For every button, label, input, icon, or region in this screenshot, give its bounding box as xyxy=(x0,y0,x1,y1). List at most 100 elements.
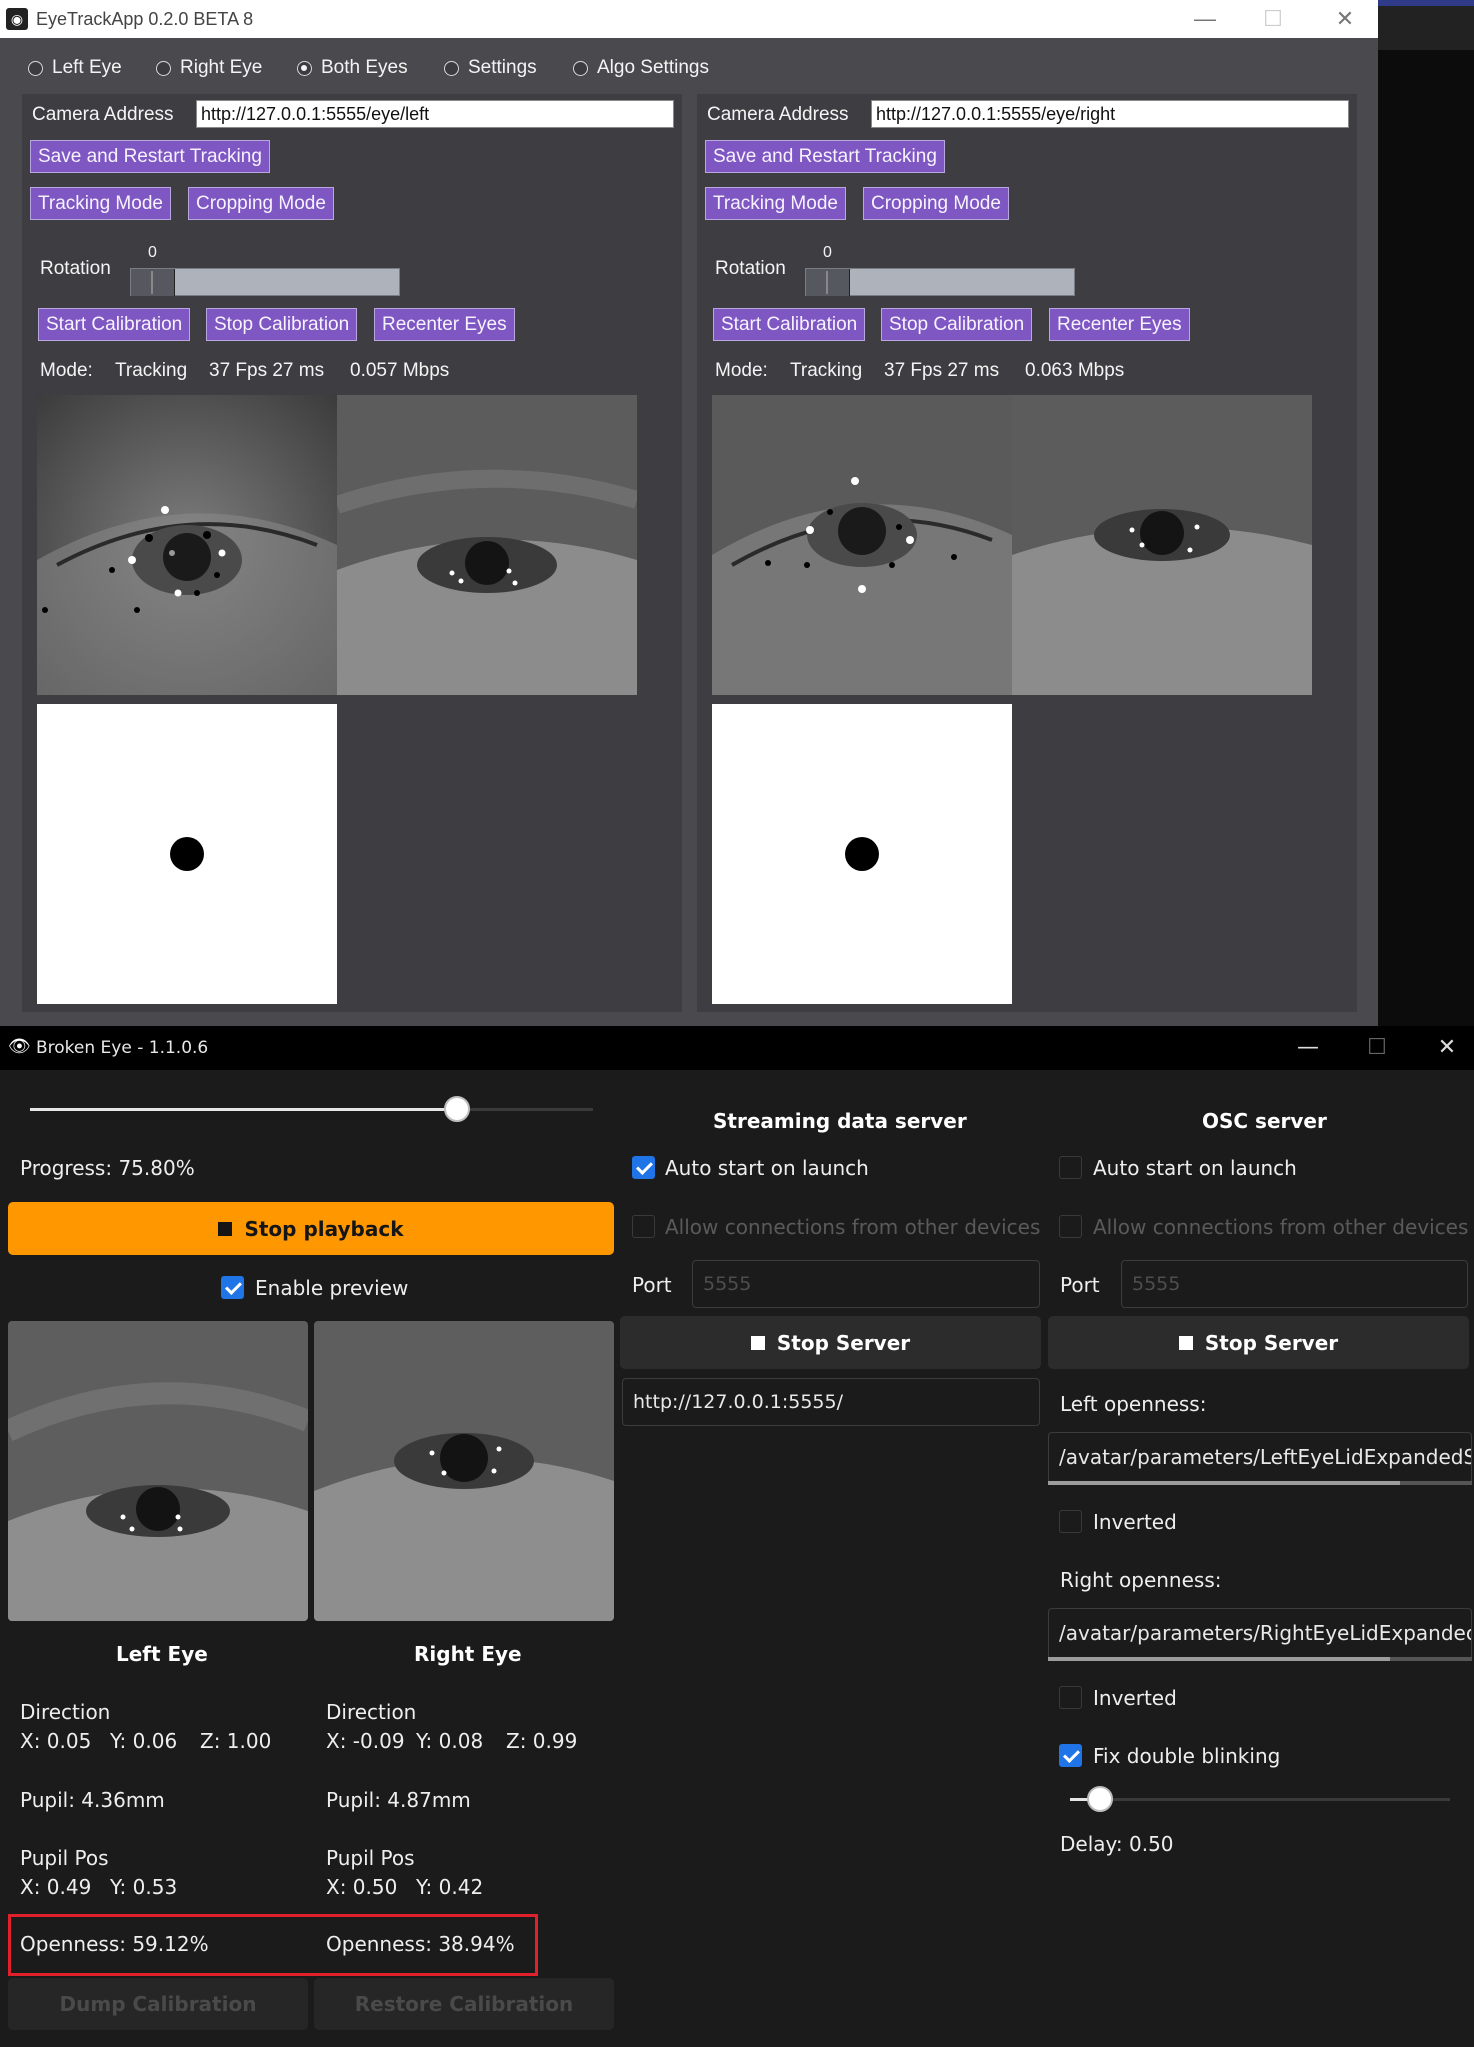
tab-right-eye[interactable]: Right Eye xyxy=(156,55,262,81)
delay-slider[interactable] xyxy=(1070,1786,1450,1812)
tab-label: Settings xyxy=(468,57,537,78)
stop-calibration-button[interactable]: Stop Calibration xyxy=(206,308,358,341)
restore-calibration-button[interactable]: Restore Calibration xyxy=(314,1978,614,2030)
dump-calibration-button[interactable]: Dump Calibration xyxy=(8,1978,308,2030)
left-eye-tracking-image xyxy=(37,395,337,695)
osc-autostart-checkbox[interactable] xyxy=(1059,1156,1082,1179)
maximize-button[interactable]: ☐ xyxy=(1238,0,1308,38)
camera-address-label: Camera Address xyxy=(32,104,174,125)
brokeneye-window: 👁 Broken Eye - 1.1.0.6 — ☐ ✕ Progress: 7… xyxy=(0,1026,1474,2047)
minimize-button[interactable]: — xyxy=(1170,0,1240,38)
stop-calibration-button[interactable]: Stop Calibration xyxy=(881,308,1033,341)
streaming-port-label: Port xyxy=(632,1273,672,1297)
eye-icon: ◉ xyxy=(6,8,28,30)
left-eye-pane: Camera Address http://127.0.0.1:5555/eye… xyxy=(22,94,682,1012)
button-label: Stop Server xyxy=(1204,1330,1339,1355)
streaming-autostart-checkbox[interactable] xyxy=(632,1156,655,1179)
right-eye-pane: Camera Address http://127.0.0.1:5555/eye… xyxy=(697,94,1357,1012)
osc-stop-server-button[interactable]: Stop Server xyxy=(1048,1316,1469,1369)
background-window-bar xyxy=(1378,6,1474,50)
slider-handle[interactable] xyxy=(131,269,175,296)
mode-label: Mode: xyxy=(715,360,768,381)
eyetrackapp-titlebar: ◉ EyeTrackApp 0.2.0 BETA 8 — ☐ ✕ xyxy=(0,0,1378,38)
cropping-mode-button[interactable]: Cropping Mode xyxy=(188,187,334,220)
direction-x: X: -0.09 xyxy=(326,1729,405,1753)
right-inverted-checkbox[interactable] xyxy=(1059,1686,1082,1709)
tab-label: Both Eyes xyxy=(321,57,408,78)
minimize-button[interactable]: — xyxy=(1273,1026,1343,1070)
close-button[interactable]: ✕ xyxy=(1412,1026,1474,1070)
tab-algo-settings[interactable]: Algo Settings xyxy=(573,55,709,81)
right-eye-raw-image xyxy=(1012,395,1312,695)
enable-preview-checkbox[interactable] xyxy=(221,1276,244,1299)
radio-selected-icon xyxy=(297,60,312,76)
input-underline xyxy=(1048,1657,1472,1661)
right-eye-tracking-image xyxy=(712,395,1012,695)
maximize-button[interactable]: ☐ xyxy=(1342,1026,1412,1070)
stop-icon xyxy=(1178,1335,1193,1350)
streaming-autostart-label: Auto start on launch xyxy=(665,1156,869,1180)
direction-label: Direction xyxy=(20,1700,111,1724)
mode-label: Mode: xyxy=(40,360,93,381)
streaming-server-title: Streaming data server xyxy=(713,1109,967,1133)
stop-icon xyxy=(750,1335,765,1350)
camera-address-input[interactable]: http://127.0.0.1:5555/eye/left xyxy=(196,100,674,128)
stop-playback-button[interactable]: Stop playback xyxy=(8,1202,614,1255)
right-openness-label: Right openness: xyxy=(1060,1568,1222,1592)
tab-settings[interactable]: Settings xyxy=(444,55,537,81)
osc-allow-label: Allow connections from other devices xyxy=(1093,1215,1469,1239)
pupil-size: Pupil: 4.36mm xyxy=(20,1788,165,1812)
tab-both-eyes[interactable]: Both Eyes xyxy=(297,55,408,81)
save-restart-button[interactable]: Save and Restart Tracking xyxy=(30,140,270,173)
streaming-url-field[interactable]: http://127.0.0.1:5555/ xyxy=(622,1378,1040,1426)
right-openness-address-input[interactable]: /avatar/parameters/RightEyeLidExpandec xyxy=(1048,1608,1472,1658)
enable-preview-label: Enable preview xyxy=(255,1276,409,1300)
tracking-mode-button[interactable]: Tracking Mode xyxy=(705,187,846,220)
direction-y: Y: 0.06 xyxy=(110,1729,178,1753)
left-openness-label: Left openness: xyxy=(1060,1392,1207,1416)
rotation-value: 0 xyxy=(148,244,157,261)
input-underline-fill xyxy=(1048,1657,1390,1661)
slider-handle[interactable] xyxy=(1087,1786,1114,1812)
playback-slider[interactable] xyxy=(30,1096,593,1122)
desktop-background xyxy=(1378,0,1474,1026)
eye-icon: 👁 xyxy=(8,1036,31,1057)
camera-address-label: Camera Address xyxy=(707,104,849,125)
slider-handle[interactable] xyxy=(443,1096,470,1122)
left-gaze-preview xyxy=(37,704,337,1004)
slider-handle[interactable] xyxy=(806,269,850,296)
rotation-label: Rotation xyxy=(715,258,786,279)
start-calibration-button[interactable]: Start Calibration xyxy=(38,308,191,341)
streaming-stop-server-button[interactable]: Stop Server xyxy=(620,1316,1041,1369)
radio-icon xyxy=(444,60,459,76)
direction-label: Direction xyxy=(326,1700,417,1724)
left-inverted-checkbox[interactable] xyxy=(1059,1510,1082,1533)
right-gaze-preview xyxy=(712,704,1012,1004)
radio-icon xyxy=(156,60,171,76)
osc-allow-checkbox[interactable] xyxy=(1059,1215,1082,1238)
fix-double-blinking-checkbox[interactable] xyxy=(1059,1744,1082,1767)
pupil-size: Pupil: 4.87mm xyxy=(326,1788,471,1812)
tab-label: Right Eye xyxy=(180,57,263,78)
right-eye-heading: Right Eye xyxy=(414,1642,522,1666)
recenter-eyes-button[interactable]: Recenter Eyes xyxy=(374,308,515,341)
osc-port-input[interactable]: 5555 xyxy=(1121,1260,1468,1308)
button-label: Stop Server xyxy=(776,1330,911,1355)
streaming-port-input[interactable]: 5555 xyxy=(692,1260,1040,1308)
gaze-dot xyxy=(170,837,204,871)
fix-double-blinking-label: Fix double blinking xyxy=(1093,1744,1281,1768)
camera-address-input[interactable]: http://127.0.0.1:5555/eye/right xyxy=(871,100,1349,128)
left-openness-address-input[interactable]: /avatar/parameters/LeftEyeLidExpandedS xyxy=(1048,1432,1472,1482)
streaming-allow-checkbox[interactable] xyxy=(632,1215,655,1238)
rotation-slider[interactable] xyxy=(130,268,400,296)
start-calibration-button[interactable]: Start Calibration xyxy=(713,308,866,341)
tab-left-eye[interactable]: Left Eye xyxy=(28,55,122,81)
recenter-eyes-button[interactable]: Recenter Eyes xyxy=(1049,308,1190,341)
rotation-label: Rotation xyxy=(40,258,111,279)
save-restart-button[interactable]: Save and Restart Tracking xyxy=(705,140,945,173)
rotation-slider[interactable] xyxy=(805,268,1075,296)
tracking-mode-button[interactable]: Tracking Mode xyxy=(30,187,171,220)
cropping-mode-button[interactable]: Cropping Mode xyxy=(863,187,1009,220)
close-button[interactable]: ✕ xyxy=(1310,0,1380,38)
bandwidth-readout: 0.057 Mbps xyxy=(350,360,450,381)
